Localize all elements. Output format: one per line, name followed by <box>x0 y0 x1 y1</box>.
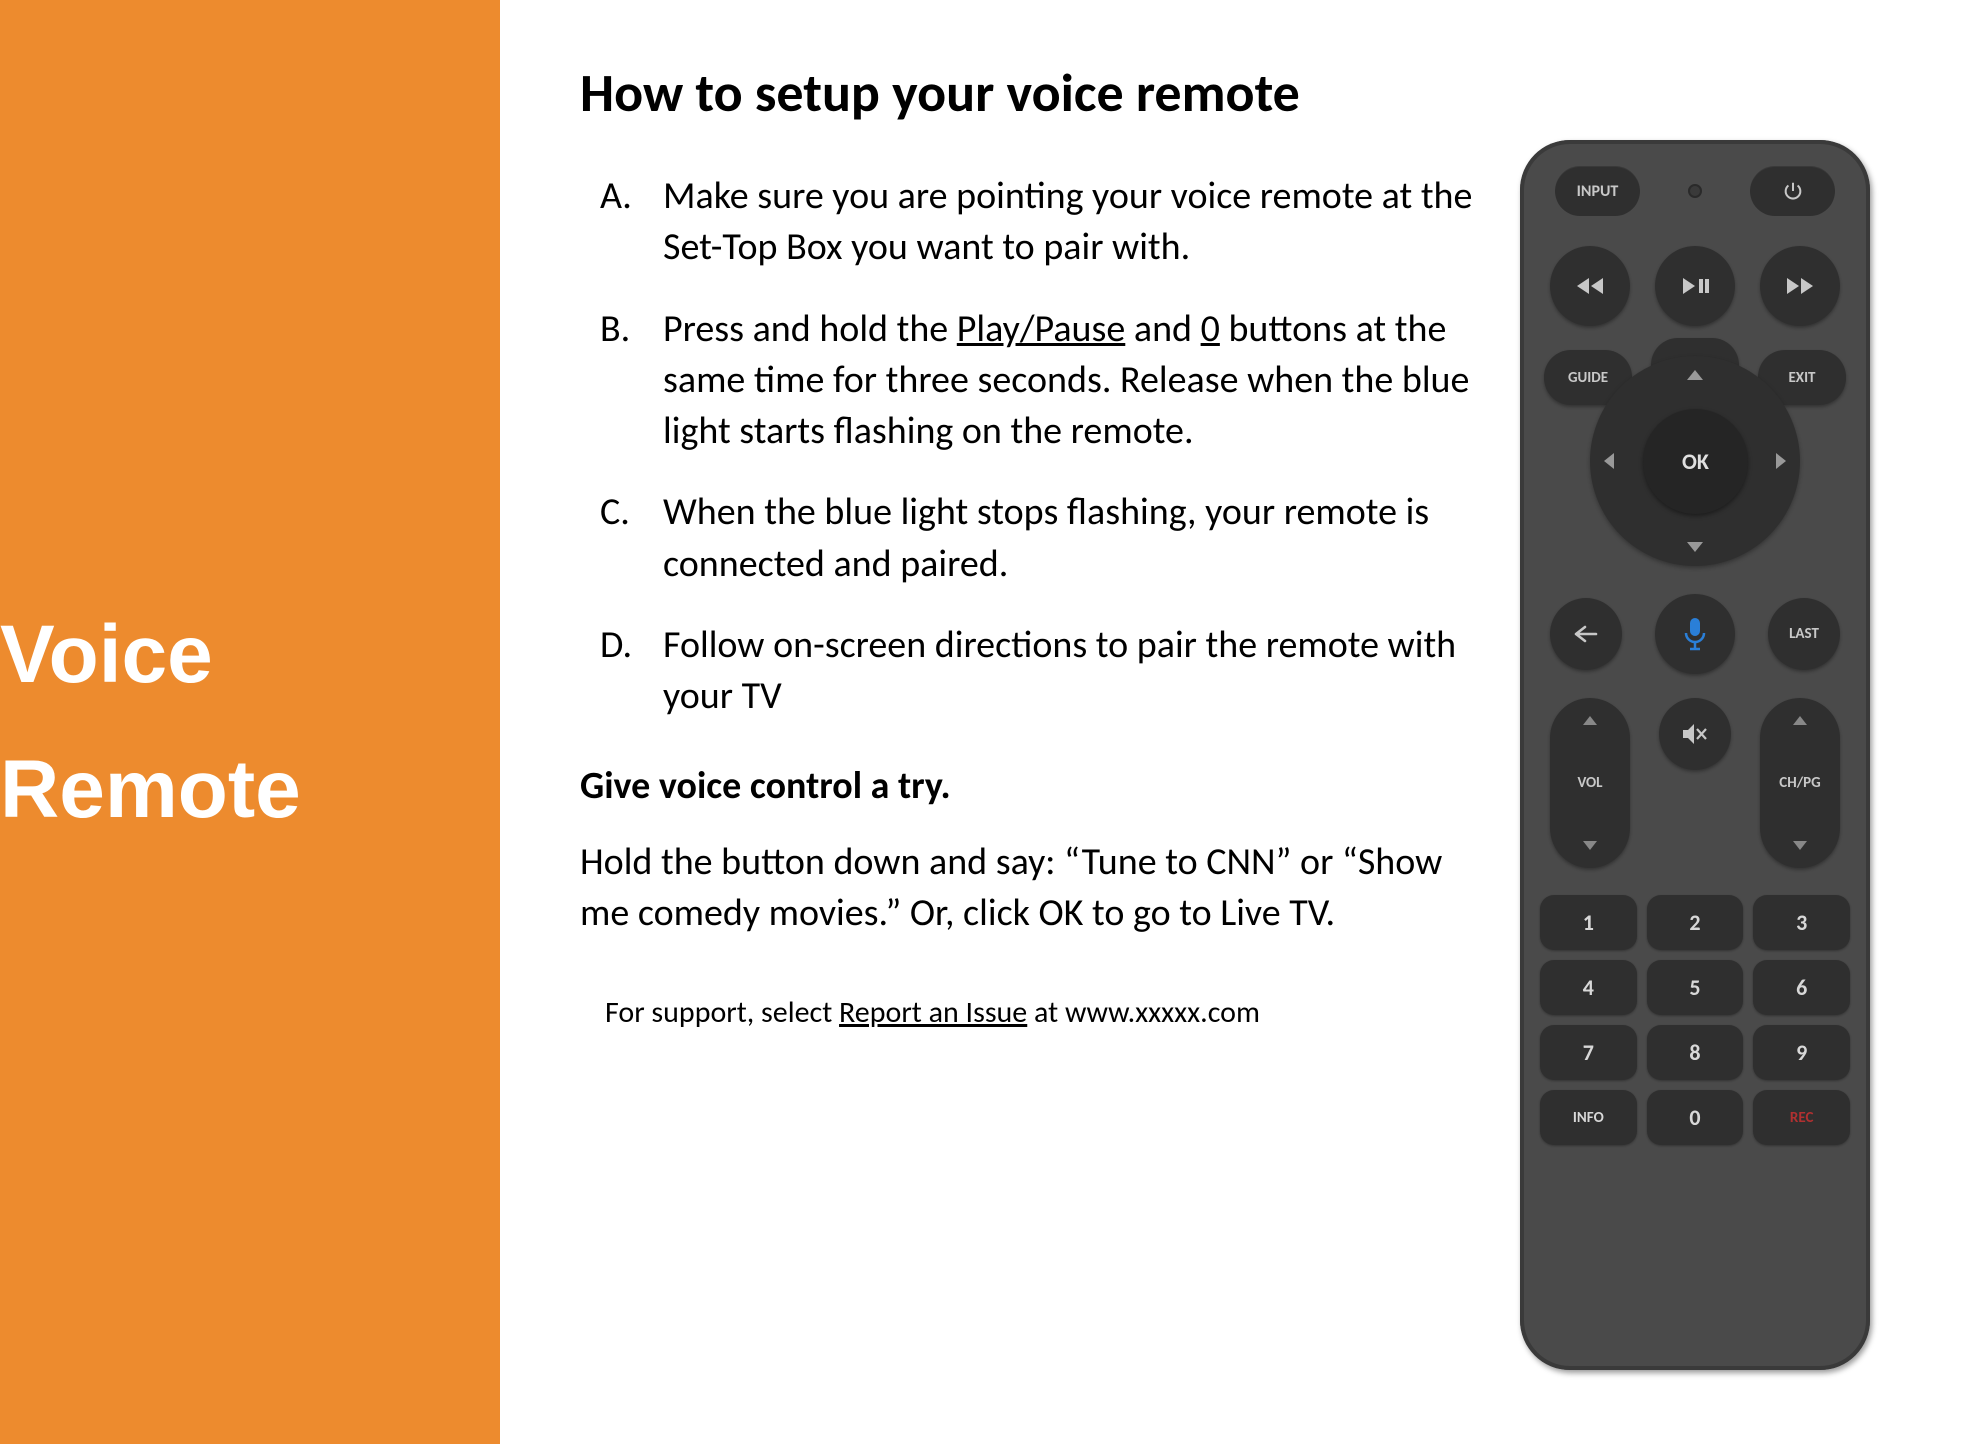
mute-icon <box>1682 722 1708 746</box>
back-button <box>1550 598 1622 670</box>
step-c: C. When the blue light stops flashing, y… <box>580 487 1480 590</box>
dpad-right-icon <box>1776 453 1786 469</box>
rewind-icon <box>1575 276 1605 296</box>
vol-up-icon <box>1583 716 1597 725</box>
dpad-area: GUIDE MENU EXIT OK <box>1540 346 1850 576</box>
step-marker: B. <box>600 304 645 458</box>
back-arrow-icon <box>1573 624 1599 644</box>
info-button: INFO <box>1540 1090 1637 1145</box>
last-button: LAST <box>1768 598 1840 670</box>
num-8: 8 <box>1647 1025 1744 1080</box>
setup-steps: A. Make sure you are pointing your voice… <box>580 171 1480 723</box>
num-7: 7 <box>1540 1025 1637 1080</box>
report-issue-link: Report an Issue <box>839 994 1027 1031</box>
step-marker: C. <box>600 487 645 590</box>
sidebar-line-remote: Remote <box>0 722 500 857</box>
num-0: 0 <box>1647 1090 1744 1145</box>
dpad-down-icon <box>1687 542 1703 552</box>
microphone-icon <box>1682 616 1708 652</box>
rocker-mid-col <box>1659 698 1731 770</box>
play-pause-icon <box>1680 276 1710 296</box>
vol-down-icon <box>1583 841 1597 850</box>
num-3: 3 <box>1753 895 1850 950</box>
input-button: INPUT <box>1555 166 1640 216</box>
page-heading: How to setup your voice remote <box>580 60 1480 126</box>
voice-control-body: Hold the button down and say: “Tune to C… <box>580 837 1480 940</box>
chpg-label: CH/PG <box>1779 774 1820 792</box>
number-pad: 1 2 3 4 5 6 7 8 9 INFO 0 REC <box>1540 895 1850 1145</box>
dpad-left-icon <box>1604 453 1614 469</box>
num-1: 1 <box>1540 895 1637 950</box>
step-a: A. Make sure you are pointing your voice… <box>580 171 1480 274</box>
num-4: 4 <box>1540 960 1637 1015</box>
power-button <box>1750 166 1835 216</box>
step-marker: D. <box>600 620 645 723</box>
step-d: D. Follow on-screen directions to pair t… <box>580 620 1480 723</box>
sidebar-line-voice: Voice <box>0 587 500 722</box>
rewind-button <box>1550 246 1630 326</box>
sidebar: Voice Remote <box>0 0 500 1444</box>
num-5: 5 <box>1647 960 1744 1015</box>
rocker-row: VOL CH/PG <box>1540 698 1850 868</box>
ch-up-icon <box>1793 716 1807 725</box>
voice-button <box>1655 594 1735 674</box>
step-b: B. Press and hold the Play/Pause and 0 b… <box>580 304 1480 458</box>
status-led <box>1688 184 1702 198</box>
fast-forward-icon <box>1785 276 1815 296</box>
dpad-up-icon <box>1687 370 1703 380</box>
mic-row: LAST <box>1540 594 1850 674</box>
channel-rocker: CH/PG <box>1760 698 1840 868</box>
remote-top-row: INPUT <box>1540 166 1850 216</box>
dpad-ring: OK <box>1590 356 1800 566</box>
content-area: How to setup your voice remote A. Make s… <box>500 0 1966 1444</box>
step-marker: A. <box>600 171 645 274</box>
sub-heading: Give voice control a try. <box>580 763 1480 809</box>
num-9: 9 <box>1753 1025 1850 1080</box>
step-body: Follow on-screen directions to pair the … <box>663 620 1480 723</box>
step-body: Press and hold the Play/Pause and 0 butt… <box>663 304 1480 458</box>
power-icon <box>1782 180 1804 202</box>
vol-label: VOL <box>1577 774 1602 792</box>
num-6: 6 <box>1753 960 1850 1015</box>
text-column: How to setup your voice remote A. Make s… <box>580 60 1480 1414</box>
ch-down-icon <box>1793 841 1807 850</box>
remote-column: INPUT GUIDE MEN <box>1520 60 1900 1414</box>
sidebar-title: Voice Remote <box>0 587 500 858</box>
remote-device: INPUT GUIDE MEN <box>1520 140 1870 1370</box>
fast-forward-button <box>1760 246 1840 326</box>
num-2: 2 <box>1647 895 1744 950</box>
play-pause-button <box>1655 246 1735 326</box>
underline-zero: 0 <box>1201 306 1220 352</box>
rec-button: REC <box>1753 1090 1850 1145</box>
step-body: Make sure you are pointing your voice re… <box>663 171 1480 274</box>
support-line: For support, select Report an Issue at w… <box>580 994 1480 1031</box>
volume-rocker: VOL <box>1550 698 1630 868</box>
mute-button <box>1659 698 1731 770</box>
step-body: When the blue light stops flashing, your… <box>663 487 1480 590</box>
underline-play-pause: Play/Pause <box>957 306 1125 352</box>
transport-row <box>1540 246 1850 326</box>
ok-button: OK <box>1643 409 1748 514</box>
